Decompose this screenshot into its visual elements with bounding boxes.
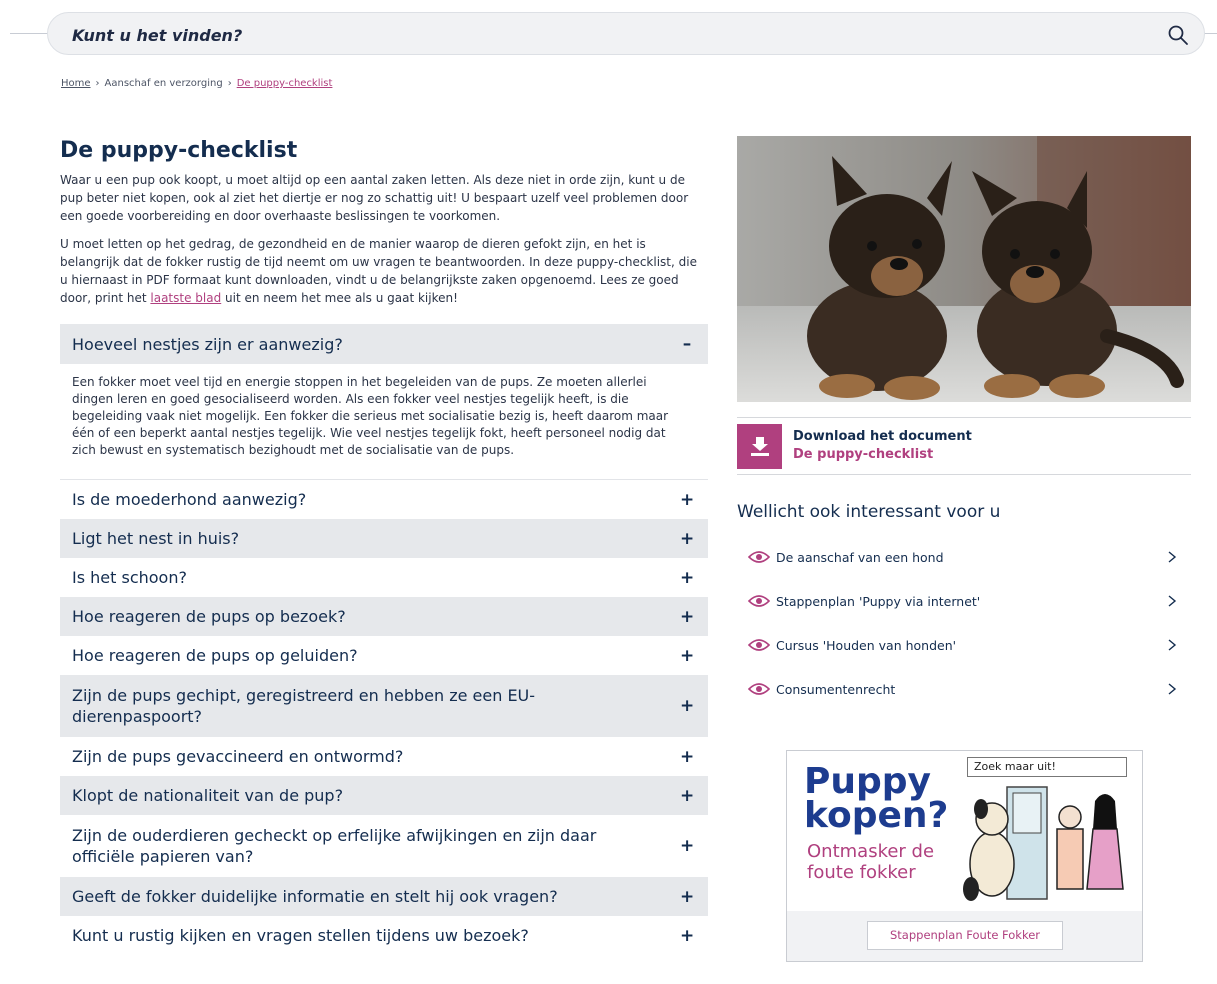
accordion-item-body: Een fokker moet veel tijd en energie sto… bbox=[60, 364, 708, 480]
puppies-image bbox=[737, 136, 1191, 402]
search-button[interactable] bbox=[1166, 23, 1190, 47]
accordion-item-label: Klopt de nationaliteit van de pup? bbox=[72, 786, 344, 805]
accordion-item[interactable]: Klopt de nationaliteit van de pup? + bbox=[60, 776, 708, 815]
expand-icon: + bbox=[680, 489, 695, 510]
banner-art: Puppy kopen? Ontmasker de foute fokker Z… bbox=[787, 751, 1142, 911]
expand-icon: + bbox=[680, 746, 695, 767]
related-item[interactable]: Consumentenrecht bbox=[737, 667, 1191, 711]
intro-paragraph-1: Waar u een pup ook koopt, u moet altijd … bbox=[60, 173, 689, 223]
accordion-item[interactable]: Hoe reageren de pups op bezoek? + bbox=[60, 597, 708, 636]
breadcrumb-separator: › bbox=[95, 78, 100, 89]
expand-icon: + bbox=[680, 606, 695, 627]
related-item[interactable]: Cursus 'Houden van honden' bbox=[737, 623, 1191, 667]
related-list: De aanschaf van een hond Stappenplan 'Pu… bbox=[737, 535, 1191, 711]
accordion-item-label: Kunt u rustig kijken en vragen stellen t… bbox=[72, 926, 529, 945]
chevron-right-icon bbox=[1168, 639, 1177, 651]
related-title: Wellicht ook interessant voor u bbox=[737, 502, 1001, 522]
puppies-illustration bbox=[737, 136, 1191, 402]
speech-bubble: Zoek maar uit! bbox=[967, 757, 1127, 777]
expand-icon: + bbox=[680, 886, 695, 907]
cartoon-illustration bbox=[963, 786, 1124, 901]
eye-icon bbox=[748, 551, 770, 563]
expand-icon: + bbox=[680, 645, 695, 666]
banner-headline-2: kopen? bbox=[804, 795, 949, 836]
accordion-item-label: Hoeveel nestjes zijn er aanwezig? bbox=[72, 334, 343, 354]
breadcrumb-current[interactable]: De puppy-checklist bbox=[237, 78, 333, 89]
breadcrumb: Home › Aanschaf en verzorging › De puppy-che… bbox=[61, 78, 332, 89]
related-item-label: Consumentenrecht bbox=[776, 681, 896, 697]
search-icon bbox=[1168, 25, 1188, 45]
accordion-item[interactable]: Geeft de fokker duidelijke informatie en… bbox=[60, 877, 708, 916]
related-item-label: Stappenplan 'Puppy via internet' bbox=[776, 593, 981, 609]
stappenplan-foute-fokker-button[interactable]: Stappenplan Foute Fokker bbox=[867, 921, 1063, 950]
search-bar bbox=[47, 12, 1205, 55]
related-item-label: Cursus 'Houden van honden' bbox=[776, 637, 957, 653]
chevron-right-icon bbox=[1168, 683, 1177, 695]
accordion-item-label: Ligt het nest in huis? bbox=[72, 529, 240, 548]
expand-icon: + bbox=[680, 836, 695, 856]
banner-footer: Stappenplan Foute Fokker bbox=[787, 911, 1142, 961]
accordion-item[interactable]: Zijn de ouderdieren gecheckt op erfelijk… bbox=[60, 815, 708, 877]
intro-paragraph-2: U moet letten op het gedrag, de gezondhe… bbox=[60, 235, 708, 307]
chevron-right-icon bbox=[1168, 551, 1177, 563]
related-item-label: De aanschaf van een hond bbox=[776, 549, 944, 565]
chevron-right-icon bbox=[1168, 595, 1177, 607]
download-document[interactable]: Download het document De puppy-checklist bbox=[737, 417, 1191, 475]
expand-icon: + bbox=[680, 696, 695, 716]
search-input[interactable] bbox=[72, 23, 1122, 47]
banner-subline-2: foute fokker bbox=[807, 862, 916, 883]
accordion-item-label: Hoe reageren de pups op geluiden? bbox=[72, 646, 358, 665]
intro-text: uit en neem het mee als u gaat kijken! bbox=[221, 291, 458, 305]
breadcrumb-middle: Aanschaf en verzorging bbox=[104, 78, 223, 89]
intro: Waar u een pup ook koopt, u moet altijd … bbox=[60, 171, 708, 307]
accordion-item[interactable]: Kunt u rustig kijken en vragen stellen t… bbox=[60, 916, 708, 955]
expand-icon: + bbox=[680, 785, 695, 806]
related-item[interactable]: De aanschaf van een hond bbox=[737, 535, 1191, 579]
download-label: Download het document bbox=[793, 429, 972, 444]
accordion-item[interactable]: Zijn de pups gevaccineerd en ontwormd? + bbox=[60, 737, 708, 776]
download-document-name: De puppy-checklist bbox=[793, 447, 934, 462]
collapse-icon: – bbox=[682, 334, 692, 354]
expand-icon: + bbox=[680, 528, 695, 549]
foute-fokker-banner[interactable]: Puppy kopen? Ontmasker de foute fokker Z… bbox=[786, 750, 1143, 962]
banner-subline-1: Ontmasker de bbox=[807, 841, 935, 862]
download-icon bbox=[750, 437, 769, 456]
accordion-item-label: Zijn de pups gevaccineerd en ontwormd? bbox=[72, 747, 404, 766]
accordion-item-label: Hoe reageren de pups op bezoek? bbox=[72, 607, 346, 626]
checklist-accordion: Hoeveel nestjes zijn er aanwezig? – Een … bbox=[60, 324, 708, 955]
accordion-item[interactable]: Hoe reageren de pups op geluiden? + bbox=[60, 636, 708, 675]
expand-icon: + bbox=[680, 567, 695, 588]
download-text: Download het document De puppy-checklist bbox=[793, 428, 972, 464]
accordion-item-open[interactable]: Hoeveel nestjes zijn er aanwezig? – bbox=[60, 324, 708, 364]
accordion-item[interactable]: Ligt het nest in huis? + bbox=[60, 519, 708, 558]
accordion-item-label: Is de moederhond aanwezig? bbox=[72, 490, 307, 509]
accordion-item[interactable]: Is het schoon? + bbox=[60, 558, 708, 597]
eye-icon bbox=[748, 639, 770, 651]
breadcrumb-home[interactable]: Home bbox=[61, 78, 91, 89]
related-item[interactable]: Stappenplan 'Puppy via internet' bbox=[737, 579, 1191, 623]
accordion-item[interactable]: Is de moederhond aanwezig? + bbox=[60, 480, 708, 519]
eye-icon bbox=[748, 595, 770, 607]
last-sheet-link[interactable]: laatste blad bbox=[150, 291, 221, 305]
breadcrumb-separator: › bbox=[227, 78, 232, 89]
accordion-item-label: Zijn de ouderdieren gecheckt op erfelijk… bbox=[72, 826, 597, 866]
accordion-item-label: Geeft de fokker duidelijke informatie en… bbox=[72, 887, 558, 906]
expand-icon: + bbox=[680, 925, 695, 946]
download-icon-box bbox=[737, 423, 782, 469]
main-content: De puppy-checklist Waar u een pup ook ko… bbox=[60, 138, 708, 955]
accordion-item[interactable]: Zijn de pups gechipt, geregistreerd en h… bbox=[60, 675, 708, 737]
banner-headline-1: Puppy bbox=[804, 761, 932, 802]
page-title: De puppy-checklist bbox=[60, 138, 298, 163]
accordion-item-label: Is het schoon? bbox=[72, 568, 187, 587]
accordion-item-label: Zijn de pups gechipt, geregistreerd en h… bbox=[72, 686, 536, 726]
eye-icon bbox=[748, 683, 770, 695]
